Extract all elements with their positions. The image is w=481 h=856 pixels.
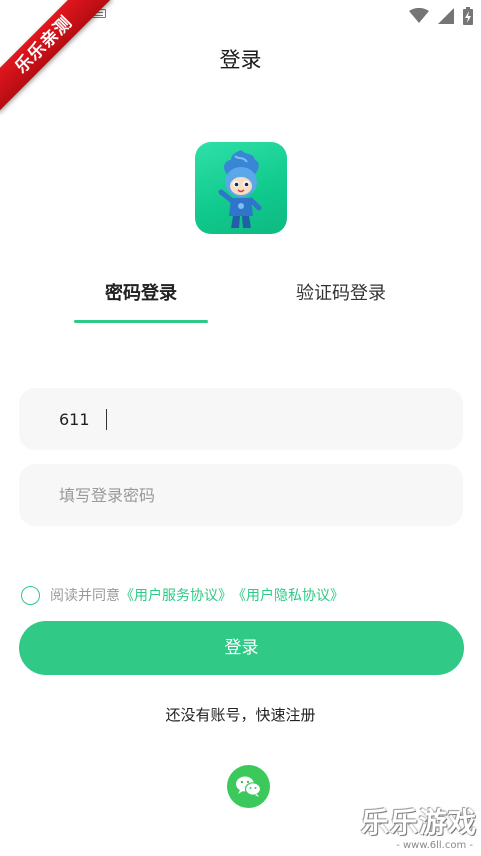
ribbon-text: 乐乐亲测 [0,0,112,113]
active-tab-indicator [74,320,208,323]
site-watermark: 乐乐游戏 - www.6ll.com - [361,806,477,856]
agreement-prefix: 阅读并同意 [50,588,120,604]
watermark-title: 乐乐游戏 [361,806,478,839]
account-input[interactable] [59,388,439,450]
tab-sms-code-login[interactable]: 验证码登录 [276,272,406,316]
wechat-login-button[interactable] [227,765,270,808]
wechat-icon [236,776,262,797]
status-icons [409,7,473,25]
privacy-agreement-link[interactable]: 《用户隐私协议》 [232,585,344,605]
agreement-checkbox[interactable] [21,585,40,605]
account-field [19,388,463,450]
register-link[interactable]: 还没有账号，快速注册 [0,704,481,725]
battery-charging-icon [463,7,473,25]
corner-ribbon: 乐乐亲测 [0,0,120,120]
tab-password-login[interactable]: 密码登录 [74,272,208,316]
app-logo-mascot [218,150,262,228]
password-field [19,464,463,526]
watermark-url: - www.6ll.com - [396,840,473,851]
wifi-icon [409,8,429,23]
login-mode-tabs: 密码登录 验证码登录 [0,272,481,326]
signal-icon [438,8,454,24]
agreement-row: 阅读并同意 《用户服务协议》 《用户隐私协议》 [21,584,344,606]
text-caret [106,409,107,430]
app-logo [195,142,287,234]
service-agreement-link[interactable]: 《用户服务协议》 [120,585,232,605]
login-button[interactable]: 登录 [19,621,464,675]
login-page: 乐乐亲测 登录 密码登录 验证码登录 611 阅读并同意 《用户服务协议》 《用… [0,0,481,856]
password-input[interactable] [59,464,439,526]
